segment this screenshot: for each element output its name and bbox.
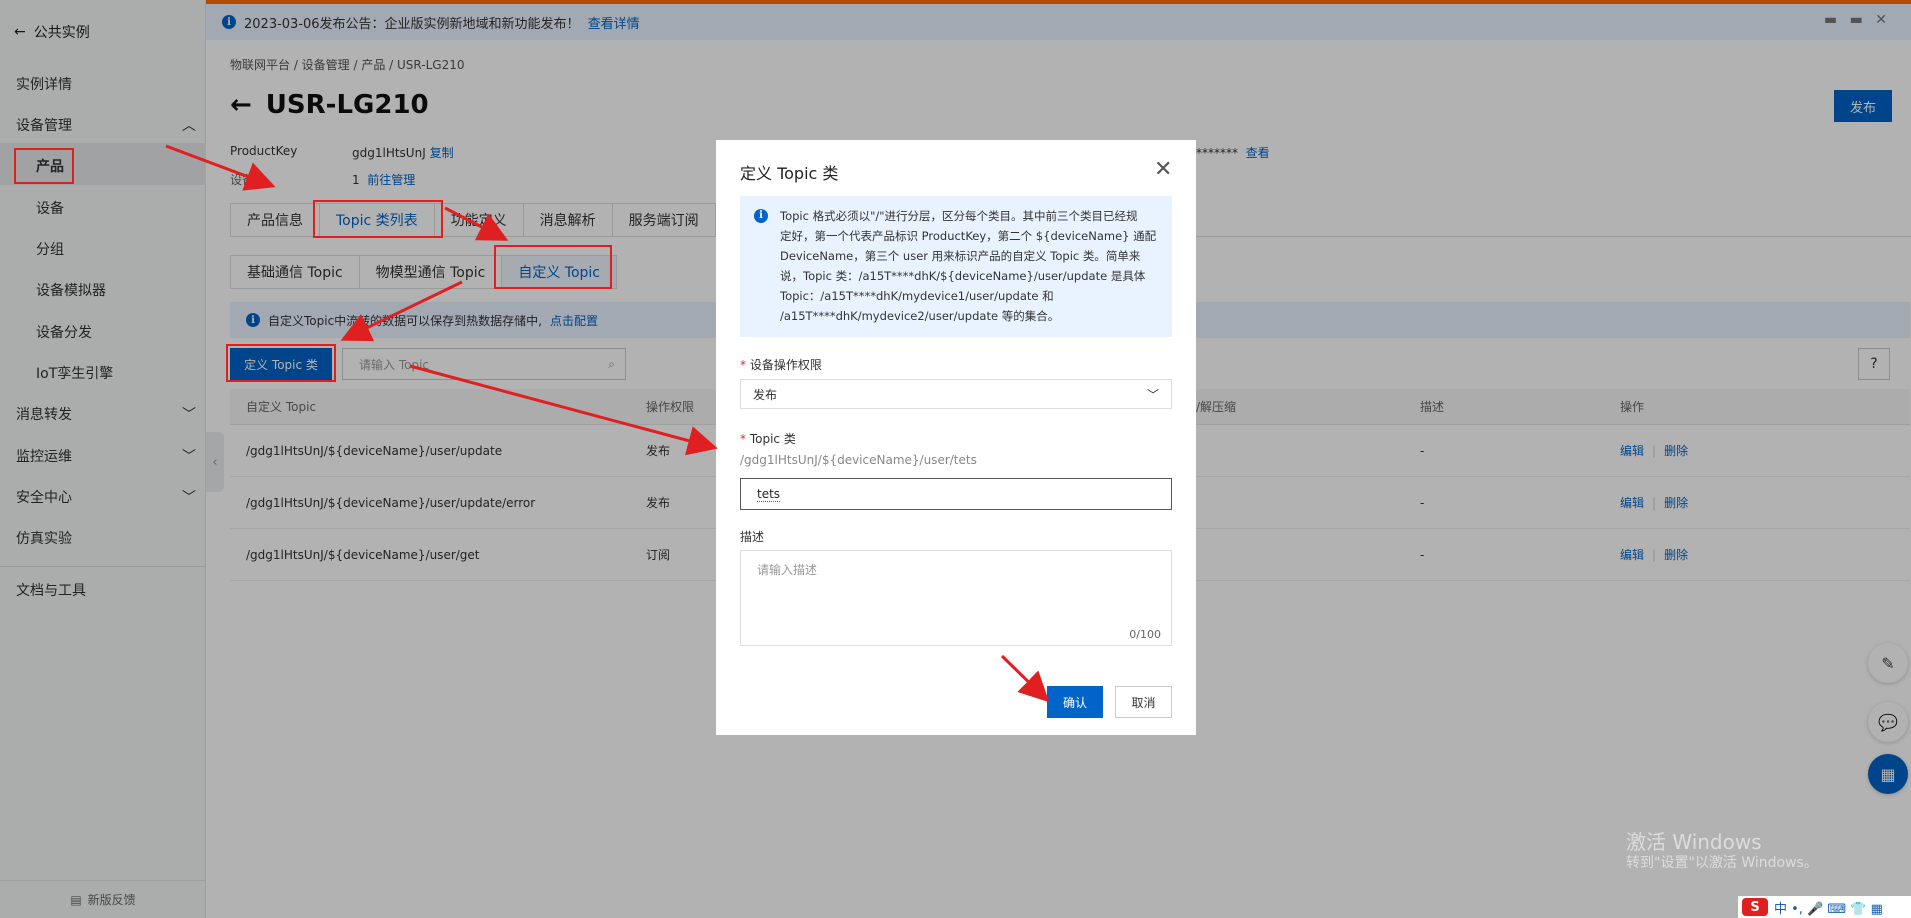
- chevron-down-icon: ﹀: [1146, 387, 1159, 402]
- desc-char-count: 0/100: [1129, 628, 1161, 641]
- confirm-button[interactable]: 确认: [1047, 686, 1103, 718]
- topic-path-preview: /gdg1lHtsUnJ/${deviceName}/user/tets: [740, 453, 977, 467]
- desc-label: 描述: [740, 530, 765, 544]
- dialog-title: 定义 Topic 类: [740, 164, 839, 183]
- perm-select[interactable]: 发布 ﹀: [740, 379, 1172, 409]
- activation-watermark: 激活 Windows: [1626, 830, 1762, 854]
- topic-label: * Topic 类: [740, 432, 796, 446]
- ime-toolbar[interactable]: S 中 •, 🎤 ⌨ 👕 ▦: [1738, 896, 1911, 918]
- dialog-info: i Topic 格式必须以"/"进行分层，区分每个类目。其中前三个类目已经规 定…: [740, 196, 1172, 337]
- perm-label: * 设备操作权限: [740, 358, 822, 372]
- topic-input[interactable]: tets: [740, 478, 1172, 510]
- sogou-logo-icon: S: [1742, 898, 1768, 916]
- cancel-button[interactable]: 取消: [1115, 686, 1172, 718]
- desc-textarea[interactable]: 请输入描述 0/100: [740, 550, 1172, 646]
- define-topic-dialog: 定义 Topic 类 ✕ i Topic 格式必须以"/"进行分层，区分每个类目…: [716, 140, 1196, 735]
- info-icon: i: [754, 209, 768, 223]
- close-icon[interactable]: ✕: [1154, 157, 1172, 182]
- activation-watermark-sub: 转到"设置"以激活 Windows。: [1626, 855, 1818, 871]
